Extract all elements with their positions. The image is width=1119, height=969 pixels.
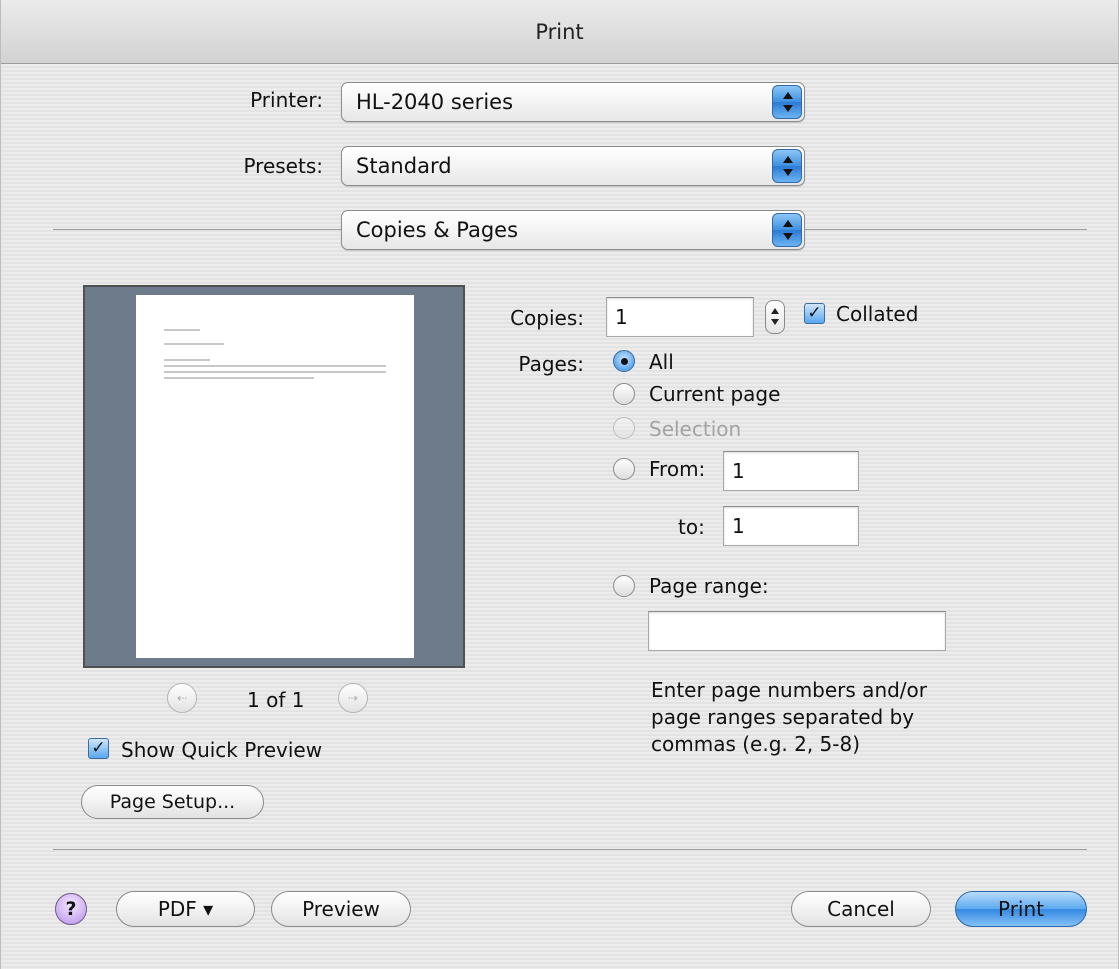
- pages-all-label: All: [649, 350, 674, 374]
- page-range-help-line1: Enter page numbers and/or: [651, 678, 928, 702]
- pages-selection-radio: [613, 417, 635, 439]
- copies-field[interactable]: 1: [606, 297, 754, 337]
- pdf-menu-button[interactable]: PDF ▾: [116, 891, 255, 927]
- window-title: Print: [1, 0, 1118, 64]
- preview-page-thumbnail: [136, 295, 414, 658]
- collated-label: Collated: [836, 302, 919, 326]
- pages-range-label: Page range:: [649, 574, 769, 598]
- show-quick-preview-label: Show Quick Preview: [121, 738, 323, 762]
- collated-checkbox[interactable]: ✓: [804, 303, 825, 324]
- pages-selection-label: Selection: [649, 417, 742, 441]
- pages-range-radio[interactable]: [613, 575, 635, 597]
- pages-label: Pages:: [518, 352, 584, 376]
- preview-button[interactable]: Preview: [271, 891, 411, 927]
- panel-value: Copies & Pages: [356, 218, 519, 242]
- pages-all-radio[interactable]: [613, 350, 635, 372]
- printer-label: Printer:: [250, 88, 323, 112]
- pages-current-radio[interactable]: [613, 383, 635, 405]
- page-range-field[interactable]: [648, 611, 946, 651]
- separator: [53, 849, 1087, 850]
- print-dialog: Print Printer: HL-2040 series Presets: S…: [0, 0, 1119, 969]
- separator: [805, 229, 1087, 230]
- printer-popup[interactable]: HL-2040 series: [341, 82, 805, 122]
- cancel-button[interactable]: Cancel: [791, 891, 931, 927]
- copies-stepper[interactable]: [765, 300, 785, 334]
- show-quick-preview-checkbox[interactable]: ✓: [88, 738, 109, 759]
- pages-to-label: to:: [678, 515, 705, 539]
- separator: [53, 229, 341, 230]
- presets-value: Standard: [356, 154, 452, 178]
- quick-preview: [83, 285, 465, 668]
- popup-arrows-icon: [772, 213, 802, 247]
- pages-from-radio[interactable]: [613, 458, 635, 480]
- pages-to-field[interactable]: 1: [723, 506, 859, 546]
- presets-popup[interactable]: Standard: [341, 146, 805, 186]
- page-range-help-line2: page ranges separated by: [651, 705, 915, 729]
- popup-arrows-icon: [772, 149, 802, 183]
- page-range-help-line3: commas (e.g. 2, 5-8): [651, 732, 861, 756]
- popup-arrows-icon: [772, 85, 802, 119]
- presets-label: Presets:: [243, 154, 323, 178]
- pages-from-label: From:: [649, 457, 706, 481]
- help-button[interactable]: ?: [55, 893, 87, 925]
- next-page-button[interactable]: ⇢: [338, 683, 368, 713]
- page-indicator: 1 of 1: [247, 688, 305, 712]
- page-setup-button[interactable]: Page Setup...: [81, 785, 264, 819]
- printer-value: HL-2040 series: [356, 90, 514, 114]
- print-button[interactable]: Print: [955, 891, 1087, 927]
- previous-page-button[interactable]: ⇠: [167, 683, 197, 713]
- panel-popup[interactable]: Copies & Pages: [341, 210, 805, 250]
- pages-from-field[interactable]: 1: [723, 451, 859, 491]
- pages-current-label: Current page: [649, 382, 781, 406]
- copies-label: Copies:: [510, 306, 584, 330]
